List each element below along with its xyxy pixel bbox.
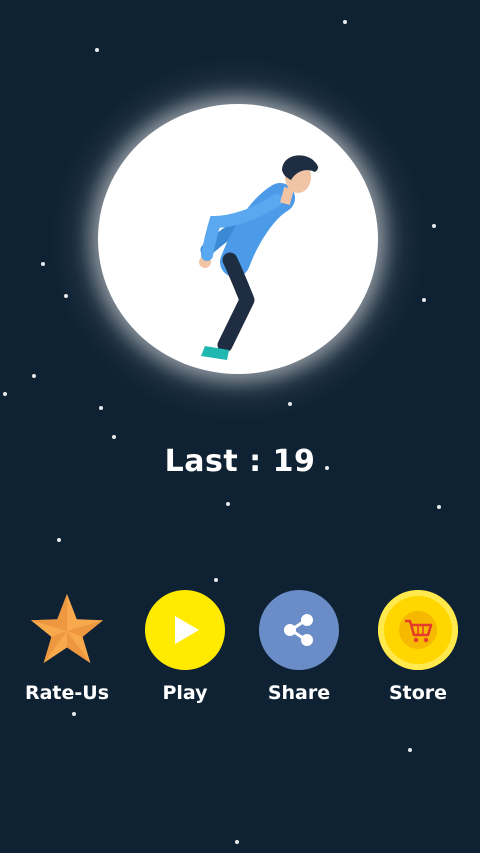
star bbox=[64, 294, 68, 298]
star bbox=[41, 262, 45, 266]
store-label: Store bbox=[388, 682, 448, 704]
play-icon bbox=[145, 590, 225, 670]
star bbox=[112, 435, 116, 439]
star bbox=[99, 406, 103, 410]
star bbox=[422, 298, 426, 302]
star bbox=[432, 224, 436, 228]
play-button[interactable]: Play bbox=[130, 590, 240, 704]
star bbox=[72, 712, 76, 716]
play-label: Play bbox=[162, 682, 208, 704]
star bbox=[32, 374, 36, 378]
star bbox=[95, 48, 99, 52]
cart-icon bbox=[378, 590, 458, 670]
star bbox=[235, 840, 239, 844]
rate-us-label: Rate-Us bbox=[24, 682, 110, 704]
rate-us-button[interactable]: Rate-Us bbox=[12, 590, 122, 704]
share-button[interactable]: Share bbox=[244, 590, 354, 704]
star bbox=[226, 502, 230, 506]
share-icon bbox=[259, 590, 339, 670]
star-icon bbox=[27, 590, 107, 670]
share-label: Share bbox=[267, 682, 331, 704]
star bbox=[437, 505, 441, 509]
star bbox=[343, 20, 347, 24]
star bbox=[214, 578, 218, 582]
star bbox=[57, 538, 61, 542]
store-button[interactable]: Store bbox=[363, 590, 473, 704]
runner-character bbox=[199, 155, 319, 360]
star bbox=[408, 748, 412, 752]
last-score: Last : 19 bbox=[164, 444, 316, 479]
star bbox=[288, 402, 292, 406]
star bbox=[3, 392, 7, 396]
